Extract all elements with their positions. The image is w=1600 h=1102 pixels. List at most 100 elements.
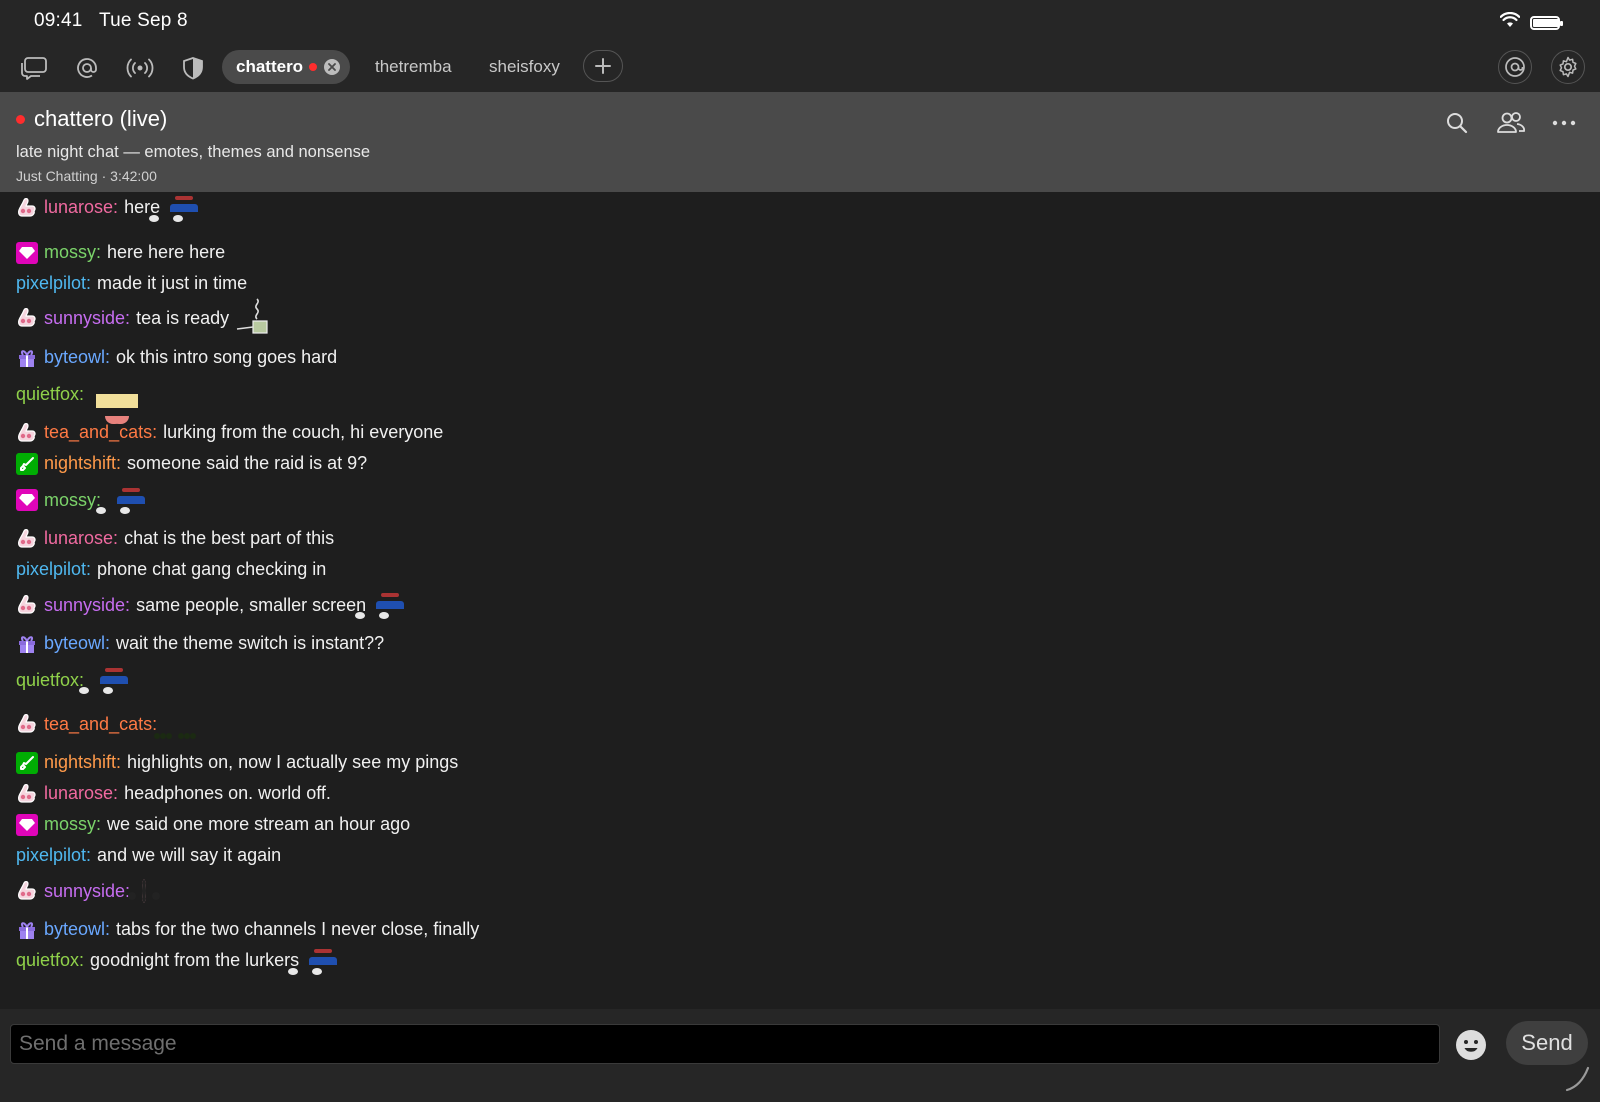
chat-username[interactable]: lunarose: (44, 197, 118, 218)
chat-username[interactable]: sunnyside: (44, 308, 130, 329)
chat-message-text: headphones on. world off. (124, 783, 331, 803)
send-button[interactable]: Send (1506, 1021, 1588, 1065)
subscriber-badge-icon (16, 880, 38, 902)
chat-username[interactable]: sunnyside: (44, 595, 130, 616)
tab-thetremba[interactable]: thetremba (375, 50, 452, 84)
chats-icon[interactable] (18, 52, 50, 84)
chat-message-text: here here here (107, 242, 226, 262)
vip-badge-icon (16, 241, 38, 264)
chat-message-text: someone said the raid is at 9? (127, 453, 368, 473)
chat-message-text: same people, smaller screen (136, 594, 367, 615)
moderator-sword-icon (16, 751, 38, 774)
message-input[interactable] (10, 1024, 1440, 1064)
chat-message-text: tabs for the two channels I never close,… (116, 919, 480, 939)
tab-label: sheisfoxy (489, 57, 560, 76)
chat-username[interactable]: quietfox: (16, 384, 84, 405)
tab-sheisfoxy[interactable]: sheisfoxy (489, 50, 560, 84)
battery-icon (1530, 15, 1563, 30)
search-icon[interactable] (1440, 106, 1474, 140)
chat-username[interactable]: mossy: (44, 242, 101, 263)
subscriber-badge-icon (16, 713, 38, 735)
live-indicator (309, 63, 318, 71)
chat-message: nightshift: highlights on, now I actually… (16, 747, 458, 778)
chat-message: pixelpilot: phone chat gang checking in (16, 554, 326, 585)
chat-username[interactable]: pixelpilot: (16, 273, 91, 294)
subscriber-badge-icon (16, 422, 38, 444)
chat-message-text: chat is the best part of this (124, 528, 335, 548)
status-clock: 09:41 Tue Sep 8 (34, 10, 188, 31)
moderation-shield-icon[interactable] (177, 52, 209, 84)
chat-message: pixelpilot: made it just in time (16, 268, 247, 299)
chat-username[interactable]: lunarose: (44, 528, 118, 549)
chat-message: quietfox: goodnight from the lurkers (16, 945, 338, 976)
chat-username[interactable]: sunnyside: (44, 881, 130, 902)
account-icon (1505, 57, 1525, 77)
chat-message-list[interactable]: lunarose: here mossy: here here here pixelpi… (0, 192, 1600, 1009)
mentions-icon[interactable] (71, 52, 103, 84)
chat-username[interactable]: byteowl: (44, 633, 110, 654)
tab-chattero[interactable]: chattero (222, 50, 351, 84)
message-composer: Send (0, 1009, 1600, 1102)
chat-username[interactable]: tea_and_cats: (44, 714, 157, 735)
wifi-icon (1499, 11, 1521, 33)
chat-message: mossy: we said one more stream an hour ag… (16, 809, 410, 840)
chat-message-text: wait the theme switch is instant?? (116, 633, 385, 653)
plus-icon (595, 58, 611, 74)
subscriber-badge-icon (16, 528, 38, 550)
channel-title: chattero (live) (16, 106, 167, 132)
channel-header: chattero (live) late night chat — emotes… (0, 92, 1600, 192)
status-indicators (1499, 11, 1563, 33)
chat-username[interactable]: quietfox: (16, 950, 84, 971)
chat-message-text: we said one more stream an hour ago (107, 814, 411, 834)
subscriber-badge-icon (16, 783, 38, 805)
chat-username[interactable]: mossy: (44, 490, 101, 511)
viewers-icon[interactable] (1494, 106, 1528, 140)
tab-label: chattero (236, 57, 304, 76)
chat-username[interactable]: byteowl: (44, 347, 110, 368)
chat-message: tea_and_cats: lurking from the couch, hi … (16, 417, 443, 448)
chat-username[interactable]: nightshift: (44, 752, 121, 773)
chat-username[interactable]: lunarose: (44, 783, 118, 804)
chat-message: lunarose: headphones on. world off. (16, 778, 331, 809)
emoji-picker-icon[interactable] (1455, 1029, 1487, 1061)
subscriber-badge-icon (16, 307, 38, 329)
subscriber-badge-icon (16, 594, 38, 616)
chat-message: sunnyside: tea is ready (16, 297, 271, 339)
tab-label: thetremba (375, 57, 452, 76)
account-button[interactable] (1498, 50, 1532, 84)
chat-username[interactable]: nightshift: (44, 453, 121, 474)
chat-message-text: tea is ready (136, 307, 230, 328)
resize-handle-icon[interactable] (1563, 1064, 1591, 1092)
live-feed-icon[interactable] (124, 52, 156, 84)
stream-meta: Just Chatting · 3:42:00 (16, 168, 157, 184)
gift-badge-icon (16, 347, 38, 369)
chat-message-text: highlights on, now I actually see my pin… (127, 752, 459, 772)
chat-username[interactable]: tea_and_cats: (44, 422, 157, 443)
moderator-sword-icon (16, 452, 38, 475)
chat-message: byteowl: ok this intro song goes hard (16, 342, 337, 373)
chat-message: byteowl: wait the theme switch is instant… (16, 628, 384, 659)
chat-message-text: made it just in time (97, 273, 248, 293)
more-options-icon[interactable] (1547, 106, 1581, 140)
chat-username[interactable]: pixelpilot: (16, 845, 91, 866)
chat-username[interactable]: byteowl: (44, 919, 110, 940)
gift-badge-icon (16, 633, 38, 655)
vip-badge-icon (16, 489, 38, 511)
chat-message-text: lurking from the couch, hi everyone (163, 422, 444, 442)
chat-username[interactable]: pixelpilot: (16, 559, 91, 580)
chat-username[interactable]: mossy: (44, 814, 101, 835)
chat-message: sunnyside: (16, 870, 147, 912)
settings-button[interactable] (1551, 50, 1585, 84)
chat-message: mossy: here here here (16, 237, 225, 268)
settings-gear-icon (1559, 56, 1577, 78)
chat-username[interactable]: quietfox: (16, 670, 84, 691)
tea-cup-emote-icon (235, 297, 271, 340)
close-tab-icon[interactable] (324, 59, 341, 75)
chat-message: lunarose: chat is the best part of this (16, 523, 334, 554)
add-tab-button[interactable] (583, 50, 623, 82)
chat-message: byteowl: tabs for the two channels I neve… (16, 914, 479, 945)
live-indicator (16, 114, 25, 124)
chat-message: quietfox: (16, 659, 129, 701)
chat-message-text: goodnight from the lurkers (90, 950, 300, 970)
vip-badge-icon (16, 813, 38, 836)
